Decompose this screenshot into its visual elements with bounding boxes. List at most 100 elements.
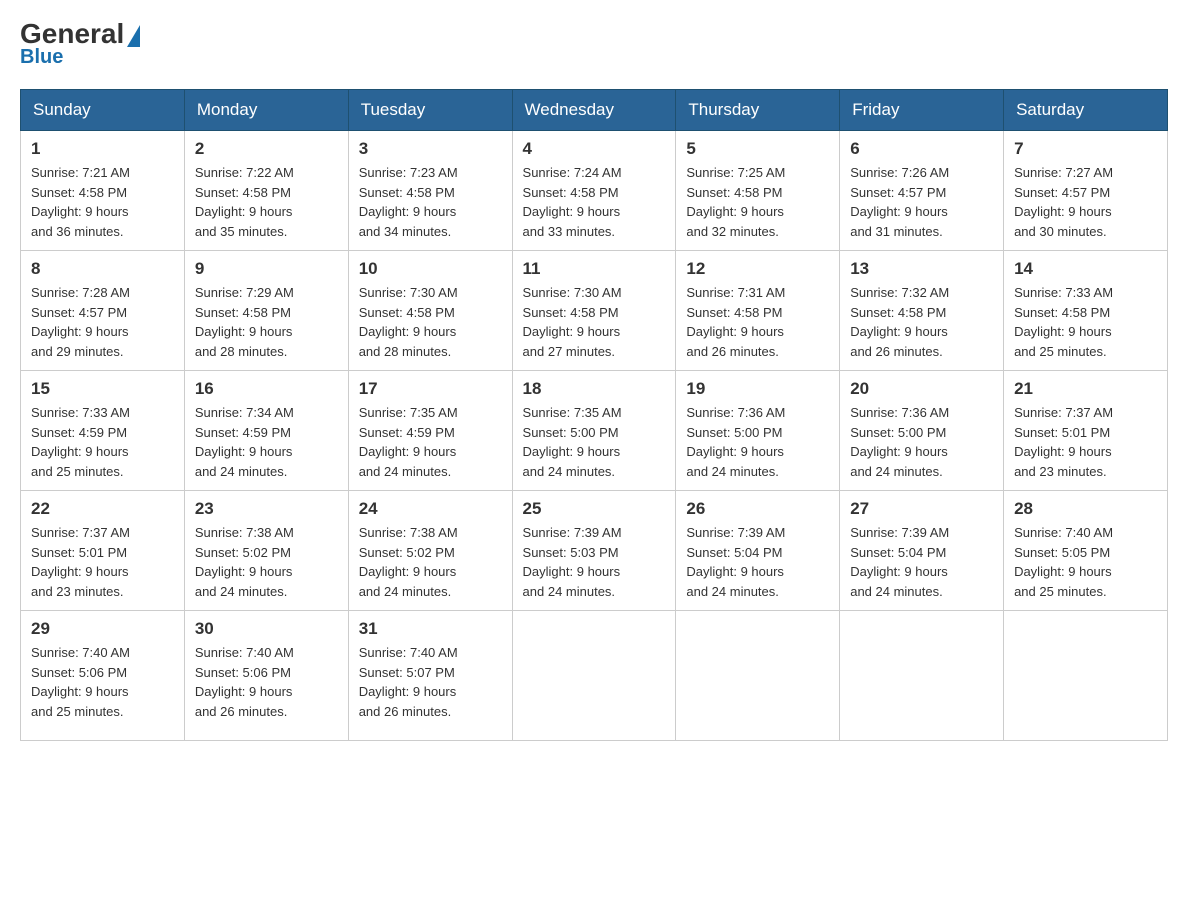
header-friday: Friday (840, 90, 1004, 131)
day-number: 27 (850, 499, 993, 519)
day-number: 29 (31, 619, 174, 639)
day-info: Sunrise: 7:39 AMSunset: 5:04 PMDaylight:… (686, 523, 829, 601)
calendar-cell: 15Sunrise: 7:33 AMSunset: 4:59 PMDayligh… (21, 371, 185, 491)
day-info: Sunrise: 7:34 AMSunset: 4:59 PMDaylight:… (195, 403, 338, 481)
header-tuesday: Tuesday (348, 90, 512, 131)
day-info: Sunrise: 7:40 AMSunset: 5:07 PMDaylight:… (359, 643, 502, 721)
header-monday: Monday (184, 90, 348, 131)
calendar-cell (512, 611, 676, 741)
day-number: 31 (359, 619, 502, 639)
day-info: Sunrise: 7:30 AMSunset: 4:58 PMDaylight:… (359, 283, 502, 361)
day-info: Sunrise: 7:25 AMSunset: 4:58 PMDaylight:… (686, 163, 829, 241)
calendar-cell: 3Sunrise: 7:23 AMSunset: 4:58 PMDaylight… (348, 131, 512, 251)
day-number: 28 (1014, 499, 1157, 519)
calendar-week-row: 1 Sunrise: 7:21 AMSunset: 4:58 PMDaylight… (21, 131, 1168, 251)
day-number: 30 (195, 619, 338, 639)
day-info: Sunrise: 7:36 AMSunset: 5:00 PMDaylight:… (850, 403, 993, 481)
day-info: Sunrise: 7:24 AMSunset: 4:58 PMDaylight:… (523, 163, 666, 241)
header-sunday: Sunday (21, 90, 185, 131)
calendar-cell: 18 Sunrise: 7:35 AMSunset: 5:00 PMDayligh… (512, 371, 676, 491)
day-number: 25 (523, 499, 666, 519)
calendar-cell: 25Sunrise: 7:39 AMSunset: 5:03 PMDayligh… (512, 491, 676, 611)
day-info: Sunrise: 7:39 AMSunset: 5:04 PMDaylight:… (850, 523, 993, 601)
day-number: 2 (195, 139, 338, 159)
calendar-week-row: 8 Sunrise: 7:28 AMSunset: 4:57 PMDaylight… (21, 251, 1168, 371)
day-info: Sunrise: 7:32 AMSunset: 4:58 PMDaylight:… (850, 283, 993, 361)
day-number: 17 (359, 379, 502, 399)
day-number: 3 (359, 139, 502, 159)
day-number: 11 (523, 259, 666, 279)
calendar-header-row: SundayMondayTuesdayWednesdayThursdayFrid… (21, 90, 1168, 131)
calendar-cell: 13 Sunrise: 7:32 AMSunset: 4:58 PMDayligh… (840, 251, 1004, 371)
calendar-cell: 19 Sunrise: 7:36 AMSunset: 5:00 PMDayligh… (676, 371, 840, 491)
header-saturday: Saturday (1004, 90, 1168, 131)
day-info: Sunrise: 7:33 AMSunset: 4:58 PMDaylight:… (1014, 283, 1157, 361)
day-info: Sunrise: 7:38 AMSunset: 5:02 PMDaylight:… (195, 523, 338, 601)
day-info: Sunrise: 7:40 AMSunset: 5:06 PMDaylight:… (31, 643, 174, 721)
calendar-cell: 28Sunrise: 7:40 AMSunset: 5:05 PMDayligh… (1004, 491, 1168, 611)
day-info: Sunrise: 7:37 AMSunset: 5:01 PMDaylight:… (31, 523, 174, 601)
day-number: 22 (31, 499, 174, 519)
day-info: Sunrise: 7:40 AMSunset: 5:06 PMDaylight:… (195, 643, 338, 721)
day-number: 14 (1014, 259, 1157, 279)
logo-general-text: General (20, 20, 140, 48)
logo: General Blue (20, 20, 140, 69)
day-number: 20 (850, 379, 993, 399)
calendar-cell: 5Sunrise: 7:25 AMSunset: 4:58 PMDaylight… (676, 131, 840, 251)
calendar-cell: 22 Sunrise: 7:37 AMSunset: 5:01 PMDayligh… (21, 491, 185, 611)
day-number: 16 (195, 379, 338, 399)
calendar-cell: 26 Sunrise: 7:39 AMSunset: 5:04 PMDayligh… (676, 491, 840, 611)
day-number: 9 (195, 259, 338, 279)
calendar-cell: 30 Sunrise: 7:40 AMSunset: 5:06 PMDayligh… (184, 611, 348, 741)
day-number: 6 (850, 139, 993, 159)
day-info: Sunrise: 7:22 AMSunset: 4:58 PMDaylight:… (195, 163, 338, 241)
day-info: Sunrise: 7:37 AMSunset: 5:01 PMDaylight:… (1014, 403, 1157, 481)
calendar-week-row: 15Sunrise: 7:33 AMSunset: 4:59 PMDayligh… (21, 371, 1168, 491)
day-info: Sunrise: 7:31 AMSunset: 4:58 PMDaylight:… (686, 283, 829, 361)
calendar-cell: 20 Sunrise: 7:36 AMSunset: 5:00 PMDayligh… (840, 371, 1004, 491)
calendar-cell: 16 Sunrise: 7:34 AMSunset: 4:59 PMDayligh… (184, 371, 348, 491)
day-info: Sunrise: 7:21 AMSunset: 4:58 PMDaylight:… (31, 163, 174, 241)
calendar-cell: 29 Sunrise: 7:40 AMSunset: 5:06 PMDayligh… (21, 611, 185, 741)
header-thursday: Thursday (676, 90, 840, 131)
day-number: 23 (195, 499, 338, 519)
calendar-cell: 9 Sunrise: 7:29 AMSunset: 4:58 PMDaylight… (184, 251, 348, 371)
calendar-cell: 23 Sunrise: 7:38 AMSunset: 5:02 PMDayligh… (184, 491, 348, 611)
logo-blue-text: Blue (20, 46, 63, 69)
day-number: 10 (359, 259, 502, 279)
calendar-week-row: 29 Sunrise: 7:40 AMSunset: 5:06 PMDayligh… (21, 611, 1168, 741)
day-info: Sunrise: 7:30 AMSunset: 4:58 PMDaylight:… (523, 283, 666, 361)
day-number: 18 (523, 379, 666, 399)
day-number: 13 (850, 259, 993, 279)
day-number: 21 (1014, 379, 1157, 399)
day-info: Sunrise: 7:35 AMSunset: 5:00 PMDaylight:… (523, 403, 666, 481)
calendar-cell (676, 611, 840, 741)
day-info: Sunrise: 7:26 AMSunset: 4:57 PMDaylight:… (850, 163, 993, 241)
calendar-cell: 24 Sunrise: 7:38 AMSunset: 5:02 PMDayligh… (348, 491, 512, 611)
day-info: Sunrise: 7:29 AMSunset: 4:58 PMDaylight:… (195, 283, 338, 361)
day-info: Sunrise: 7:28 AMSunset: 4:57 PMDaylight:… (31, 283, 174, 361)
day-info: Sunrise: 7:38 AMSunset: 5:02 PMDaylight:… (359, 523, 502, 601)
day-number: 24 (359, 499, 502, 519)
calendar-cell: 7Sunrise: 7:27 AMSunset: 4:57 PMDaylight… (1004, 131, 1168, 251)
calendar-table: SundayMondayTuesdayWednesdayThursdayFrid… (20, 89, 1168, 741)
calendar-cell (840, 611, 1004, 741)
day-number: 8 (31, 259, 174, 279)
calendar-cell (1004, 611, 1168, 741)
calendar-cell: 27 Sunrise: 7:39 AMSunset: 5:04 PMDayligh… (840, 491, 1004, 611)
calendar-cell: 6 Sunrise: 7:26 AMSunset: 4:57 PMDaylight… (840, 131, 1004, 251)
day-number: 15 (31, 379, 174, 399)
day-number: 26 (686, 499, 829, 519)
calendar-cell: 10 Sunrise: 7:30 AMSunset: 4:58 PMDayligh… (348, 251, 512, 371)
calendar-week-row: 22 Sunrise: 7:37 AMSunset: 5:01 PMDayligh… (21, 491, 1168, 611)
day-info: Sunrise: 7:36 AMSunset: 5:00 PMDaylight:… (686, 403, 829, 481)
day-number: 19 (686, 379, 829, 399)
day-number: 7 (1014, 139, 1157, 159)
calendar-cell: 21 Sunrise: 7:37 AMSunset: 5:01 PMDayligh… (1004, 371, 1168, 491)
day-info: Sunrise: 7:35 AMSunset: 4:59 PMDaylight:… (359, 403, 502, 481)
header-wednesday: Wednesday (512, 90, 676, 131)
day-number: 1 (31, 139, 174, 159)
calendar-cell: 11 Sunrise: 7:30 AMSunset: 4:58 PMDayligh… (512, 251, 676, 371)
calendar-cell: 8 Sunrise: 7:28 AMSunset: 4:57 PMDaylight… (21, 251, 185, 371)
day-number: 12 (686, 259, 829, 279)
